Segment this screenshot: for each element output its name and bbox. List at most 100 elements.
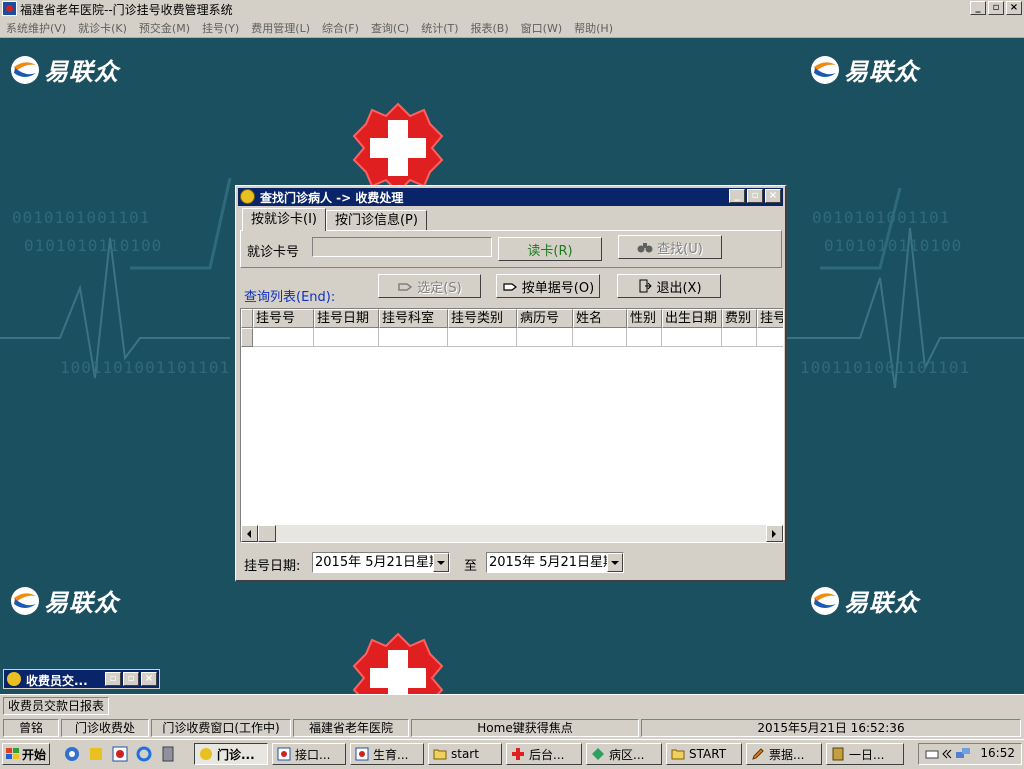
brand-name: 易联众 (844, 57, 919, 86)
app-icon[interactable] (2, 1, 17, 16)
column-header[interactable]: 费别 (722, 309, 757, 328)
network-icon[interactable] (955, 746, 971, 762)
column-header[interactable]: 性别 (627, 309, 662, 328)
table-cell[interactable] (573, 328, 627, 347)
table-cell[interactable] (314, 328, 379, 347)
patient-results-grid[interactable]: 挂号号 挂号日期 挂号科室 挂号类别 病历号 姓名 性别 出生日期 费别 挂号 (240, 308, 784, 543)
keyboard-icon[interactable] (925, 747, 939, 761)
taskbar-item-outpatient[interactable]: 门诊... (194, 743, 268, 765)
column-header[interactable]: 出生日期 (662, 309, 722, 328)
hospital-app-icon[interactable] (112, 746, 128, 762)
taskbar-item-interface[interactable]: 接口... (272, 743, 346, 765)
chevron-down-icon[interactable] (607, 553, 623, 572)
date-to-value: 2015年 5月21日星期 (489, 555, 609, 570)
taskbar-item-start-folder-2[interactable]: START (666, 743, 742, 765)
maximize-button[interactable]: ▫ (123, 672, 139, 686)
app-shortcut-icon[interactable] (88, 746, 104, 762)
chevron-left-icon[interactable] (941, 747, 953, 761)
column-header[interactable]: 挂号 (757, 309, 783, 328)
app-title: 福建省老年医院--门诊挂号收费管理系统 (20, 3, 233, 17)
ward-app-icon (592, 748, 604, 760)
exit-button[interactable]: 退出(X) (617, 274, 721, 298)
table-cell[interactable] (517, 328, 573, 347)
menu-prepayment[interactable]: 预交金(M) (133, 20, 196, 36)
grid-corner (241, 309, 253, 328)
column-header[interactable]: 姓名 (573, 309, 627, 328)
browser-icon[interactable] (64, 746, 80, 762)
dialog-maximize-button[interactable]: ▫ (747, 189, 763, 203)
menu-query[interactable]: 查询(C) (365, 20, 415, 36)
menu-help[interactable]: 帮助(H) (568, 20, 619, 36)
window-list-strip: 收费员交款日报表 (0, 694, 1024, 717)
menu-medical-card[interactable]: 就诊卡(K) (72, 20, 133, 36)
internet-explorer-icon[interactable] (136, 746, 152, 762)
table-cell[interactable] (722, 328, 757, 347)
date-from-picker[interactable]: 2015年 5月21日星期 (312, 552, 450, 573)
dialog-icon (240, 189, 255, 204)
app-shortcut-icon (200, 748, 212, 760)
task-label: 门诊... (217, 747, 255, 762)
minimized-window[interactable]: 收费员交... ▫ ▫ × (3, 669, 160, 689)
horizontal-scrollbar[interactable] (241, 525, 783, 542)
table-cell[interactable] (253, 328, 314, 347)
windows-logo-icon (6, 748, 19, 759)
taskbar-item-ward[interactable]: 病区... (586, 743, 662, 765)
red-cross-icon (352, 632, 444, 694)
taskbar-item-receipt[interactable]: 票据... (746, 743, 822, 765)
read-card-button[interactable]: 读卡(R) (498, 237, 602, 261)
restore-button[interactable]: ▫ (105, 672, 121, 686)
dialog-titlebar[interactable]: 查找门诊病人 -> 收费处理 _ ▫ × (238, 188, 783, 206)
taskbar-item-start-folder[interactable]: start (428, 743, 502, 765)
menu-reports[interactable]: 报表(B) (465, 20, 515, 36)
menu-system-maintenance[interactable]: 系统维护(V) (0, 20, 72, 36)
brand-name: 易联众 (44, 588, 119, 617)
tab-by-card[interactable]: 按就诊卡(I) (242, 208, 326, 231)
column-header[interactable]: 挂号科室 (379, 309, 448, 328)
table-cell[interactable] (448, 328, 517, 347)
column-header[interactable]: 挂号类别 (448, 309, 517, 328)
date-to-picker[interactable]: 2015年 5月21日星期 (486, 552, 624, 573)
card-number-label: 就诊卡号 (247, 245, 300, 260)
close-button[interactable]: × (141, 672, 157, 686)
app-minimize-button[interactable]: _ (970, 1, 986, 15)
select-button[interactable]: 选定(S) (378, 274, 481, 298)
menu-window[interactable]: 窗口(W) (515, 20, 568, 36)
chevron-down-icon[interactable] (433, 553, 449, 572)
menu-statistics[interactable]: 统计(T) (415, 20, 464, 36)
scroll-left-button[interactable] (241, 525, 258, 542)
table-cell[interactable] (662, 328, 722, 347)
column-header[interactable]: 挂号号 (253, 309, 314, 328)
app-restore-button[interactable]: ▫ (988, 1, 1004, 15)
taskbar-item-maternity[interactable]: 生育... (350, 743, 424, 765)
status-department: 门诊收费处 (61, 719, 149, 737)
column-header[interactable]: 挂号日期 (314, 309, 379, 328)
task-label: START (689, 747, 727, 761)
table-cell[interactable] (627, 328, 662, 347)
query-list-label: 查询列表(End): (244, 290, 336, 305)
app-close-button[interactable]: × (1006, 1, 1022, 15)
report-window-tab[interactable]: 收费员交款日报表 (3, 697, 110, 715)
by-receipt-button[interactable]: 按单据号(O) (496, 274, 600, 298)
tab-by-outpatient-info[interactable]: 按门诊信息(P) (325, 210, 427, 231)
calculator-icon[interactable] (160, 746, 176, 762)
menu-general[interactable]: 综合(F) (316, 20, 365, 36)
clock[interactable]: 16:52 (980, 746, 1015, 760)
menu-registration[interactable]: 挂号(Y) (196, 20, 245, 36)
start-button[interactable]: 开始 (2, 743, 50, 765)
column-header[interactable]: 病历号 (517, 309, 573, 328)
card-number-input[interactable] (312, 237, 492, 257)
row-indicator[interactable] (241, 328, 253, 347)
table-cell[interactable] (379, 328, 448, 347)
folder-icon (433, 749, 447, 760)
taskbar-item-daily[interactable]: 一日... (826, 743, 904, 765)
dialog-minimize-button[interactable]: _ (729, 189, 745, 203)
menu-fee-management[interactable]: 费用管理(L) (245, 20, 316, 36)
scroll-right-button[interactable] (766, 525, 783, 542)
search-button[interactable]: 查找(U) (618, 235, 722, 259)
dialog-close-button[interactable]: × (765, 189, 781, 203)
scroll-thumb[interactable] (258, 525, 276, 542)
table-cell[interactable] (757, 328, 783, 347)
minimized-window-title: 收费员交... (26, 674, 88, 688)
taskbar-item-backend[interactable]: 后台... (506, 743, 582, 765)
table-row[interactable] (241, 328, 783, 347)
